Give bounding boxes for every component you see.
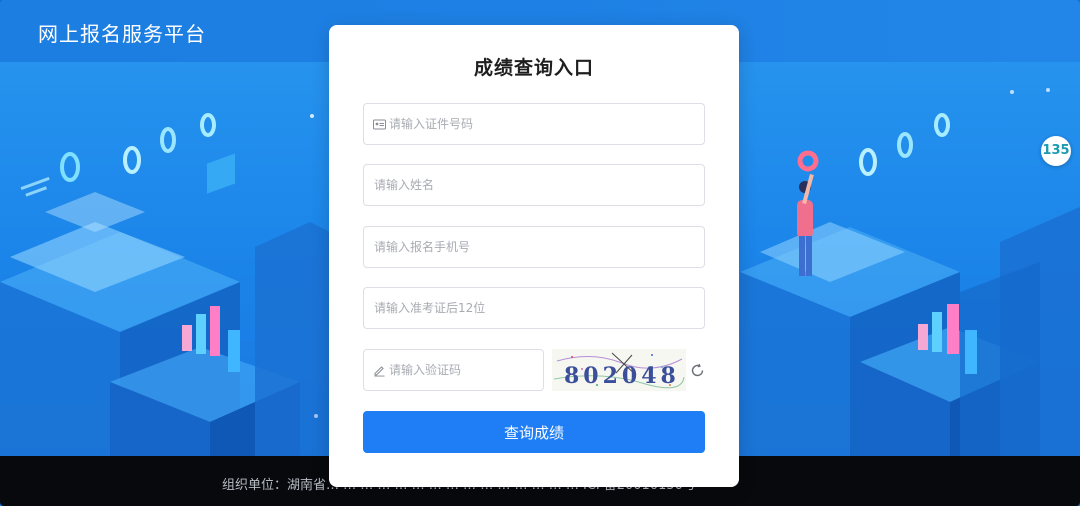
site-title: 网上报名服务平台 xyxy=(38,22,206,46)
captcha-field[interactable] xyxy=(363,349,544,391)
captcha-image[interactable]: 802048 xyxy=(552,349,686,391)
floating-counter-badge[interactable]: 135 xyxy=(1041,136,1071,166)
captcha-code: 802048 xyxy=(564,363,680,389)
phone-input[interactable] xyxy=(364,227,704,267)
id-number-field[interactable] xyxy=(363,103,705,145)
refresh-icon[interactable] xyxy=(690,363,705,378)
ticket-input[interactable] xyxy=(364,288,704,328)
ticket-field[interactable] xyxy=(363,287,705,329)
name-input[interactable] xyxy=(364,165,704,205)
app-window: 网上报名服务平台 135 组织单位：湖南省… 成绩查询入口 请输入证件号码 请输… xyxy=(0,0,1080,506)
score-query-card: 成绩查询入口 请输入证件号码 请输入姓名 请输入报名手机号 请输入准考证后12位… xyxy=(329,25,739,487)
id-number-input[interactable] xyxy=(364,104,704,144)
query-score-button[interactable]: 查询成绩 xyxy=(363,411,705,453)
name-field[interactable] xyxy=(363,164,705,206)
captcha-input[interactable] xyxy=(364,350,543,390)
phone-field[interactable] xyxy=(363,226,705,268)
badge-text: 135 xyxy=(1042,143,1070,158)
card-title: 成绩查询入口 xyxy=(473,57,594,79)
